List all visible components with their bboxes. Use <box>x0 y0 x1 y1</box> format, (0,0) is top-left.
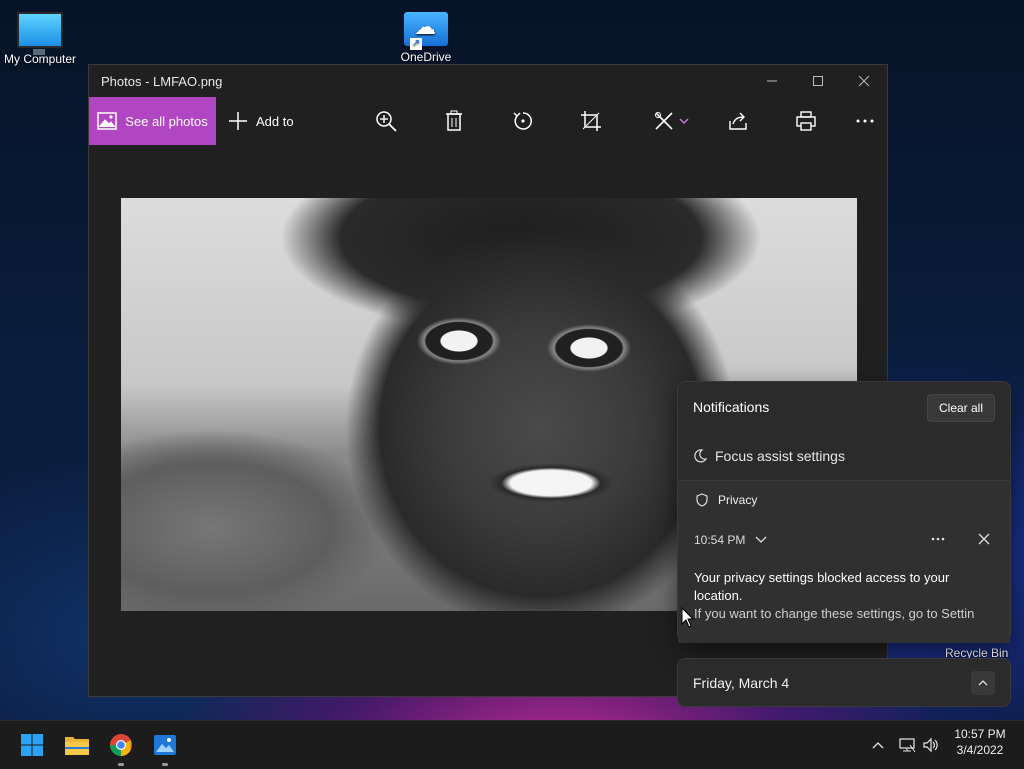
notification-body: If you want to change these settings, go… <box>694 606 975 621</box>
share-icon <box>729 112 747 130</box>
photos-icon <box>154 735 176 755</box>
delete-icon <box>446 110 462 131</box>
chevron-down-icon <box>679 118 689 124</box>
notification-close-button[interactable] <box>972 527 996 551</box>
notification-center: Notifications Clear all Focus assist set… <box>677 381 1011 643</box>
chevron-down-icon <box>755 536 767 543</box>
edit-create-button[interactable] <box>646 97 696 145</box>
see-all-photos-label: See all photos <box>125 113 208 129</box>
notifications-header: Notifications <box>693 399 770 415</box>
edit-icon <box>655 112 673 130</box>
rotate-icon <box>513 112 532 130</box>
notification-app-name: Privacy <box>718 493 758 507</box>
notification-more-button[interactable] <box>926 527 950 551</box>
shortcut-arrow-icon: ↗ <box>410 38 422 50</box>
shield-icon <box>696 493 708 507</box>
taskbar-photos[interactable] <box>149 729 181 766</box>
window-controls <box>749 65 887 97</box>
zoom-in-icon <box>376 111 397 132</box>
taskbar-chrome[interactable] <box>105 729 137 766</box>
window-title: Photos - LMFAO.png <box>101 73 223 89</box>
close-icon <box>858 75 870 87</box>
moon-icon <box>694 449 707 463</box>
running-indicator <box>162 763 168 766</box>
minimize-icon <box>767 80 777 82</box>
minimize-button[interactable] <box>749 65 795 97</box>
rotate-button[interactable] <box>503 97 543 145</box>
running-indicator <box>118 763 124 766</box>
photos-toolbar: See all photos Add to <box>89 97 887 145</box>
print-button[interactable] <box>786 97 826 145</box>
file-explorer-icon <box>65 737 89 755</box>
desktop-icon-my-computer[interactable]: My Computer <box>0 2 80 66</box>
clock-time: 10:57 PM <box>954 727 1006 741</box>
desktop-icon-label: OneDrive <box>400 50 452 64</box>
notification-card[interactable]: Privacy 10:54 PM Your privacy settings b… <box>678 480 1010 643</box>
crop-button[interactable] <box>571 97 611 145</box>
share-button[interactable] <box>718 97 758 145</box>
close-window-button[interactable] <box>841 65 887 97</box>
computer-icon <box>17 12 63 55</box>
focus-assist-label: Focus assist settings <box>715 448 845 464</box>
notification-time-row[interactable]: 10:54 PM <box>694 533 767 547</box>
start-button[interactable] <box>16 729 48 761</box>
focus-assist-settings-link[interactable]: Focus assist settings <box>678 438 1010 474</box>
taskbar-clock[interactable]: 10:57 PM 3/4/2022 <box>948 726 1012 758</box>
calendar-panel: Friday, March 4 <box>677 658 1011 707</box>
volume-icon <box>923 737 938 753</box>
more-icon <box>931 537 945 541</box>
calendar-expand-button[interactable] <box>971 671 995 695</box>
notification-app: Privacy <box>696 493 757 507</box>
plus-icon <box>229 112 247 130</box>
crop-icon <box>581 111 601 131</box>
mouse-cursor-icon <box>681 607 695 628</box>
photo-gallery-icon <box>97 112 118 130</box>
clear-all-button[interactable]: Clear all <box>927 394 995 422</box>
show-hidden-icons-button[interactable] <box>868 731 888 759</box>
notification-time: 10:54 PM <box>694 533 746 547</box>
network-icon <box>899 738 916 753</box>
chevron-up-icon <box>872 742 884 749</box>
delete-button[interactable] <box>434 97 474 145</box>
more-icon <box>856 119 874 123</box>
close-icon <box>978 533 990 545</box>
notification-title: Your privacy settings blocked access to … <box>694 570 950 603</box>
add-to-label: Add to <box>256 113 294 129</box>
add-to-button[interactable]: Add to <box>228 111 294 131</box>
see-all-photos-button[interactable]: See all photos <box>89 97 216 145</box>
taskbar: 10:57 PM 3/4/2022 <box>0 720 1024 769</box>
zoom-in-button[interactable] <box>366 97 406 145</box>
windows-start-icon <box>21 734 43 756</box>
desktop-icon-onedrive[interactable]: ↗ OneDrive <box>386 2 466 64</box>
maximize-button[interactable] <box>795 65 841 97</box>
network-button[interactable] <box>896 731 918 759</box>
onedrive-icon: ↗ <box>404 12 448 50</box>
clock-date: 3/4/2022 <box>956 743 1004 757</box>
maximize-icon <box>813 76 823 86</box>
chrome-icon <box>110 734 132 756</box>
print-icon <box>796 111 816 131</box>
chevron-up-icon <box>978 680 988 686</box>
calendar-date: Friday, March 4 <box>693 675 790 691</box>
taskbar-file-explorer[interactable] <box>61 729 93 761</box>
volume-button[interactable] <box>920 731 942 759</box>
more-options-button[interactable] <box>845 97 885 145</box>
